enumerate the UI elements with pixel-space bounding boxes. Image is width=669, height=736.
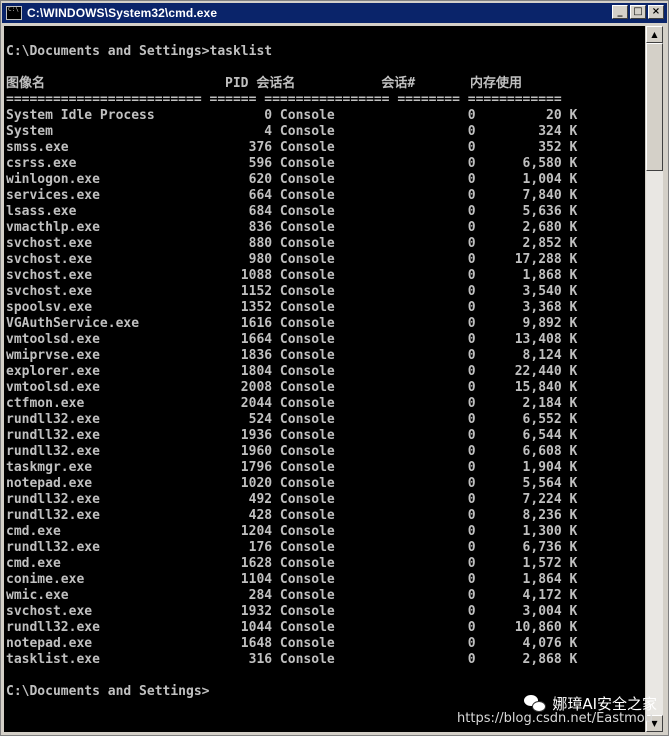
process-row: rundll32.exe 1936 Console 0 6,544 K — [6, 428, 578, 443]
process-row: spoolsv.exe 1352 Console 0 3,368 K — [6, 300, 578, 315]
process-row: rundll32.exe 492 Console 0 7,224 K — [6, 492, 578, 507]
title-bar[interactable]: C:\WINDOWS\System32\cmd.exe _ □ × — [2, 3, 667, 23]
console-output[interactable]: C:\Documents and Settings>tasklist 图像名 P… — [4, 26, 645, 732]
process-row: taskmgr.exe 1796 Console 0 1,904 K — [6, 460, 578, 475]
process-row: svchost.exe 1088 Console 0 1,868 K — [6, 268, 578, 283]
process-row: winlogon.exe 620 Console 0 1,004 K — [6, 172, 578, 187]
process-row: explorer.exe 1804 Console 0 22,440 K — [6, 364, 578, 379]
vertical-scrollbar[interactable]: ▲ ▼ — [646, 26, 663, 732]
process-row: rundll32.exe 1044 Console 0 10,860 K — [6, 620, 578, 635]
process-row: vmtoolsd.exe 1664 Console 0 13,408 K — [6, 332, 578, 347]
scroll-thumb[interactable] — [646, 43, 663, 171]
process-row: cmd.exe 1204 Console 0 1,300 K — [6, 524, 578, 539]
process-row: notepad.exe 1648 Console 0 4,076 K — [6, 636, 578, 651]
process-row: services.exe 664 Console 0 7,840 K — [6, 188, 578, 203]
process-row: System Idle Process 0 Console 0 20 K — [6, 108, 578, 123]
process-row: rundll32.exe 1960 Console 0 6,608 K — [6, 444, 578, 459]
process-row: vmtoolsd.exe 2008 Console 0 15,840 K — [6, 380, 578, 395]
process-row: smss.exe 376 Console 0 352 K — [6, 140, 578, 155]
process-row: csrss.exe 596 Console 0 6,580 K — [6, 156, 578, 171]
process-row: wmiprvse.exe 1836 Console 0 8,124 K — [6, 348, 578, 363]
window-title: C:\WINDOWS\System32\cmd.exe — [27, 6, 218, 20]
cmd-window: C:\WINDOWS\System32\cmd.exe _ □ × C:\Doc… — [0, 0, 669, 736]
process-row: vmacthlp.exe 836 Console 0 2,680 K — [6, 220, 578, 235]
process-row: System 4 Console 0 324 K — [6, 124, 578, 139]
table-header: 图像名 PID 会话名 会话# 内存使用 — [6, 76, 523, 91]
process-row: lsass.exe 684 Console 0 5,636 K — [6, 204, 578, 219]
wechat-icon — [524, 694, 547, 713]
minimize-button[interactable]: _ — [612, 5, 628, 19]
watermark-url: https://blog.csdn.net/Eastmou — [457, 711, 653, 726]
process-row: svchost.exe 1152 Console 0 3,540 K — [6, 284, 578, 299]
scroll-up-button[interactable]: ▲ — [646, 26, 663, 43]
close-button[interactable]: × — [648, 5, 664, 19]
process-row: tasklist.exe 316 Console 0 2,868 K — [6, 652, 578, 667]
process-row: cmd.exe 1628 Console 0 1,572 K — [6, 556, 578, 571]
process-row: conime.exe 1104 Console 0 1,864 K — [6, 572, 578, 587]
process-row: svchost.exe 880 Console 0 2,852 K — [6, 236, 578, 251]
process-row: svchost.exe 980 Console 0 17,288 K — [6, 252, 578, 267]
process-row: svchost.exe 1932 Console 0 3,004 K — [6, 604, 578, 619]
process-row: rundll32.exe 428 Console 0 8,236 K — [6, 508, 578, 523]
process-row: notepad.exe 1020 Console 0 5,564 K — [6, 476, 578, 491]
process-row: rundll32.exe 524 Console 0 6,552 K — [6, 412, 578, 427]
table-separator: ========================= ====== =======… — [6, 92, 562, 107]
console-lines: C:\Documents and Settings>tasklist 图像名 P… — [6, 44, 577, 700]
final-prompt: C:\Documents and Settings> — [6, 684, 210, 699]
process-row: VGAuthService.exe 1616 Console 0 9,892 K — [6, 316, 578, 331]
window-controls: _ □ × — [610, 5, 664, 19]
maximize-button[interactable]: □ — [630, 5, 646, 19]
process-row: ctfmon.exe 2044 Console 0 2,184 K — [6, 396, 578, 411]
process-row: rundll32.exe 176 Console 0 6,736 K — [6, 540, 578, 555]
cmd-icon[interactable] — [6, 6, 22, 20]
process-row: wmic.exe 284 Console 0 4,172 K — [6, 588, 578, 603]
command-line: C:\Documents and Settings>tasklist — [6, 44, 273, 59]
